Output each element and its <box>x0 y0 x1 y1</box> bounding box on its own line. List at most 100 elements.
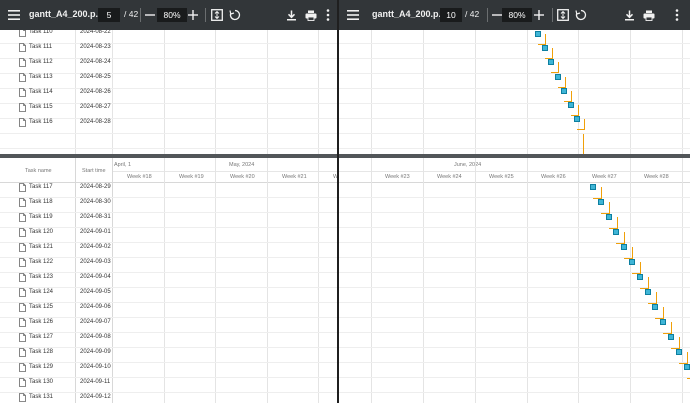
document-icon <box>19 228 26 237</box>
week-header: Week #27 <box>592 174 617 180</box>
toolbar-divider <box>487 8 488 22</box>
fit-to-page-icon[interactable] <box>555 7 571 23</box>
document-icon <box>19 88 26 97</box>
grid-row-line <box>339 73 690 74</box>
grid-row-line <box>339 362 690 363</box>
more-vert-icon[interactable] <box>669 7 685 23</box>
page-number-input[interactable]: 10 <box>440 8 462 22</box>
week-header: Week #24 <box>437 174 462 180</box>
grid-row-line <box>339 257 690 258</box>
task-start-date: 2024-09-05 <box>80 289 111 295</box>
task-name: Task 125 <box>29 304 54 310</box>
week-header: Week #25 <box>489 174 514 180</box>
more-vert-icon[interactable] <box>320 7 336 23</box>
grid-row-line <box>339 43 690 44</box>
document-icon <box>19 198 26 207</box>
grid-column-line <box>423 30 424 154</box>
task-name: Task 123 <box>29 274 54 280</box>
task-bar <box>660 319 667 325</box>
page-number-input[interactable]: 5 <box>98 8 120 22</box>
print-icon[interactable] <box>303 7 319 23</box>
zoom-in-icon[interactable] <box>185 7 201 23</box>
task-start-date: 2024-08-25 <box>80 74 111 80</box>
menu-icon[interactable] <box>345 7 361 23</box>
task-start-date: 2024-09-04 <box>80 274 111 280</box>
task-start-date: 2024-09-07 <box>80 319 111 325</box>
fit-to-page-icon[interactable] <box>209 7 225 23</box>
grid-column-line <box>371 30 372 154</box>
week-header: Week #28 <box>644 174 669 180</box>
grid-row-line <box>339 287 690 288</box>
document-icon <box>19 103 26 112</box>
grid-column-line <box>630 30 631 154</box>
task-name: Task 121 <box>29 244 54 250</box>
task-start-date: 2024-08-30 <box>80 199 111 205</box>
zoom-out-icon[interactable] <box>142 7 158 23</box>
task-name: Task 124 <box>29 289 54 295</box>
toolbar-divider <box>205 8 206 22</box>
task-name: Task 120 <box>29 229 54 235</box>
zoom-level[interactable]: 80% <box>502 8 532 22</box>
task-name: Task 115 <box>29 104 53 110</box>
pdf-viewer-right: June, 2024 Week #23 Week #24 Week #25 Week #… <box>339 0 690 403</box>
grid-row-line <box>339 212 690 213</box>
task-name: Task 131 <box>29 394 54 400</box>
document-icon <box>19 333 26 342</box>
document-icon <box>19 348 26 357</box>
download-icon[interactable] <box>621 7 637 23</box>
task-bar <box>541 45 548 52</box>
grid-row-line <box>339 317 690 318</box>
week-header: Week #23 <box>385 174 410 180</box>
print-icon[interactable] <box>641 7 657 23</box>
task-start-date: 2024-08-29 <box>80 184 111 190</box>
task-start-date: 2024-09-11 <box>80 379 111 385</box>
page-total: / 42 <box>465 9 480 19</box>
task-name: Task 111 <box>29 44 53 50</box>
download-icon[interactable] <box>283 7 299 23</box>
task-start-date: 2024-09-06 <box>80 304 111 310</box>
grid-row-line <box>0 133 337 134</box>
task-start-date: 2024-08-24 <box>80 59 111 65</box>
pdf-page-bottom: Task name Start time April, 1 May, 2024 Week… <box>0 158 337 403</box>
pdf-page-top: Task 110 2024-08-22 Task 111 2024-08-23 Task… <box>0 30 337 154</box>
grid-row-line <box>339 332 690 333</box>
document-icon <box>19 378 26 387</box>
task-bar <box>683 364 690 370</box>
document-icon <box>19 118 26 127</box>
grid-column-line <box>578 158 579 403</box>
task-bar <box>644 289 651 295</box>
menu-icon[interactable] <box>6 7 22 23</box>
grid-column-line <box>630 158 631 403</box>
grid-row-line <box>339 118 690 119</box>
task-start-date: 2024-08-22 <box>80 30 111 35</box>
task-bar <box>567 102 574 108</box>
grid-column-line <box>215 30 216 154</box>
zoom-level[interactable]: 80% <box>157 8 187 22</box>
table-row: Task 116 2024-08-28 <box>0 114 112 132</box>
toolbar-left: gantt_A4_200.p... 5 / 42 80% <box>0 0 337 30</box>
task-bar <box>574 116 580 123</box>
task-bar <box>636 274 643 280</box>
task-name: Task 130 <box>29 379 54 385</box>
zoom-in-icon[interactable] <box>531 7 547 23</box>
task-start-date: 2024-09-08 <box>80 334 111 340</box>
grid-column-line <box>267 30 268 154</box>
task-bar <box>554 73 561 80</box>
document-title: gantt_A4_200.p... <box>372 9 447 19</box>
grid-column-line <box>318 158 319 403</box>
grid-column-line <box>527 158 528 403</box>
task-name: Task 117 <box>29 184 53 190</box>
rotate-icon[interactable] <box>573 7 589 23</box>
grid-row-line <box>339 242 690 243</box>
grid-column-line <box>164 158 165 403</box>
document-icon <box>19 213 26 222</box>
grid-column-line <box>215 158 216 403</box>
week-header: Week #22 <box>333 174 337 180</box>
task-name: Task 122 <box>29 259 54 265</box>
rotate-icon[interactable] <box>227 7 243 23</box>
pdf-page-top <box>339 30 690 154</box>
document-icon <box>19 43 26 52</box>
grid-column-line <box>164 30 165 154</box>
month-header: June, 2024 <box>454 162 482 168</box>
page-total: / 42 <box>124 9 139 19</box>
